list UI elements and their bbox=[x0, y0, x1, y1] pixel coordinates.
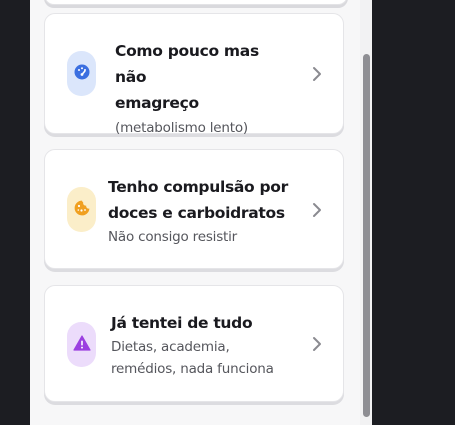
gauge-icon bbox=[74, 64, 90, 84]
option-text: Como pouco mas não emagreço (metabolismo… bbox=[115, 38, 295, 139]
option-subtitle-line: Não consigo resistir bbox=[108, 229, 238, 245]
option-title-line: Como pouco mas não bbox=[115, 42, 259, 86]
option-icon-badge bbox=[67, 322, 96, 367]
cookie-icon bbox=[74, 200, 90, 220]
chevron-right-icon bbox=[311, 336, 323, 352]
option-title-line: Já tentei de tudo bbox=[111, 314, 253, 332]
option-card-slow-metabolism[interactable]: Como pouco mas não emagreço (metabolismo… bbox=[44, 13, 344, 136]
screen: Como pouco mas não emagreço (metabolismo… bbox=[0, 0, 455, 425]
option-subtitle-line: (metabolismo lento) bbox=[115, 120, 248, 136]
option-text: Já tentei de tudo Dietas, academia, remé… bbox=[111, 310, 295, 380]
option-subtitle: Não consigo resistir bbox=[108, 226, 295, 248]
previous-option-card[interactable] bbox=[44, 0, 348, 5]
option-title-line: doces e carboidratos bbox=[108, 204, 285, 222]
option-title-line: emagreço bbox=[115, 94, 199, 112]
option-title-line: Tenho compulsão por bbox=[108, 178, 288, 196]
option-subtitle: (metabolismo lento) bbox=[115, 117, 295, 139]
option-title: Já tentei de tudo bbox=[111, 310, 295, 336]
option-subtitle-line: remédios, nada funciona bbox=[111, 361, 274, 377]
scrollbar-thumb[interactable] bbox=[363, 54, 370, 417]
option-text: Tenho compulsão por doces e carboidratos… bbox=[108, 174, 295, 248]
option-title: Tenho compulsão por doces e carboidratos bbox=[108, 174, 295, 226]
options-panel: Como pouco mas não emagreço (metabolismo… bbox=[30, 0, 372, 425]
option-subtitle-line: Dietas, academia, bbox=[111, 339, 230, 355]
chevron-right-icon bbox=[311, 66, 323, 82]
option-title: Como pouco mas não emagreço bbox=[115, 38, 295, 116]
option-icon-badge bbox=[67, 187, 96, 232]
option-card-sugar-compulsion[interactable]: Tenho compulsão por doces e carboidratos… bbox=[44, 149, 344, 269]
option-card-tried-everything[interactable]: Já tentei de tudo Dietas, academia, remé… bbox=[44, 285, 344, 402]
scroll-down-arrow-icon[interactable] bbox=[362, 418, 371, 425]
chevron-right-icon bbox=[311, 202, 323, 218]
warning-icon bbox=[72, 334, 91, 355]
option-subtitle: Dietas, academia, remédios, nada funcion… bbox=[111, 336, 295, 380]
option-icon-badge bbox=[67, 51, 96, 96]
